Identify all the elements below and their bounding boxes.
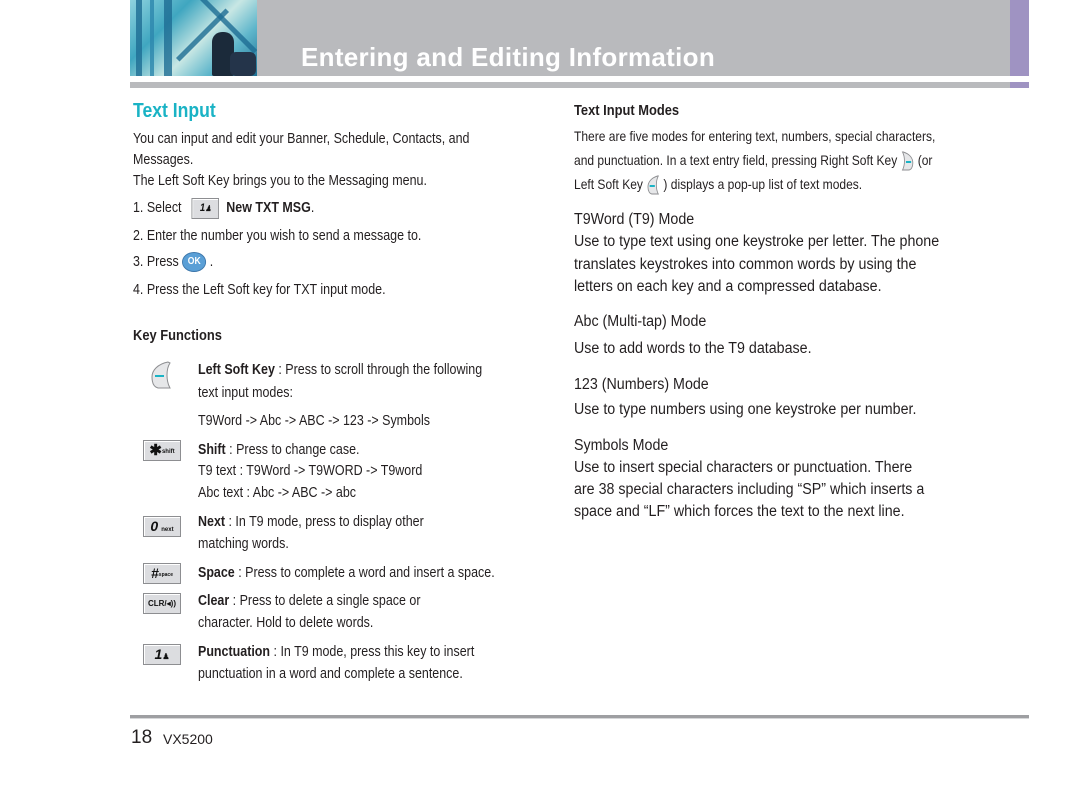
- key-function-clear: Clear : Press to delete a single space o…: [198, 593, 421, 609]
- clear-key-icon: CLR/◂)): [143, 593, 181, 614]
- footer-rule-shadow: [130, 718, 1029, 719]
- mode-title-t9: T9Word (T9) Mode: [574, 211, 695, 228]
- intro-text: Messages.: [133, 152, 194, 168]
- page-number: 18: [131, 727, 153, 748]
- one-key-icon: 1♟: [191, 197, 220, 219]
- header-photo: [130, 0, 257, 76]
- ok-key-icon: OK: [182, 252, 207, 273]
- step-1: 1. Select 1♟ New TXT MSG.: [133, 197, 314, 219]
- step-1-prefix: 1. Select: [133, 200, 182, 216]
- step-3: 3. Press OK .: [133, 251, 213, 273]
- key-function-text: text input modes:: [198, 385, 293, 401]
- mode-title-symbols: Symbols Mode: [574, 437, 669, 454]
- key-function-text: matching words.: [198, 536, 289, 552]
- key-function-left-soft-key: Left Soft Key : Press to scroll through …: [198, 362, 483, 378]
- key-function-space: Space : Press to complete a word and ins…: [198, 565, 495, 581]
- intro-text: You can input and edit your Banner, Sche…: [133, 131, 470, 147]
- section-title: Text Input: [133, 100, 216, 122]
- mode-desc: translates keystrokes into common words …: [574, 256, 917, 273]
- one-key-icon: 1♟: [143, 644, 181, 665]
- star-shift-key-icon: ✱shift: [143, 440, 181, 461]
- modes-intro: There are five modes for entering text, …: [574, 128, 936, 144]
- left-soft-key-icon: [151, 361, 171, 389]
- key-function-next: Next : In T9 mode, press to display othe…: [198, 514, 424, 530]
- key-function-text: Abc text : Abc -> ABC -> abc: [198, 485, 357, 501]
- zero-next-key-icon: 0 next: [143, 516, 181, 537]
- mode-title-123: 123 (Numbers) Mode: [574, 376, 709, 393]
- key-function-text: punctuation in a word and complete a sen…: [198, 666, 463, 682]
- model-name: VX5200: [163, 731, 213, 747]
- key-function-punctuation: Punctuation : In T9 mode, press this key…: [198, 644, 475, 660]
- mode-desc: Use to type text using one keystroke per…: [574, 233, 940, 250]
- header-underline: [130, 82, 1010, 88]
- mode-desc: Use to insert special characters or punc…: [574, 459, 913, 476]
- key-function-text: T9Word -> Abc -> ABC -> 123 -> Symbols: [198, 413, 430, 429]
- pound-space-key-icon: #space: [143, 563, 181, 584]
- right-soft-key-icon: [901, 151, 914, 171]
- step-1-menu-item: New TXT MSG: [226, 200, 311, 216]
- mode-desc: space and “LF” which forces the text to …: [574, 503, 905, 520]
- key-function-text: character. Hold to delete words.: [198, 615, 374, 631]
- header-accent-strip: [1010, 0, 1029, 76]
- mode-desc: Use to type numbers using one keystroke …: [574, 401, 917, 418]
- header-underline-accent: [1010, 82, 1029, 88]
- modes-intro: Left Soft Key ) displays a pop-up list o…: [574, 173, 862, 195]
- mode-desc: Use to add words to the T9 database.: [574, 340, 812, 357]
- mode-title-abc: Abc (Multi-tap) Mode: [574, 313, 707, 330]
- text-input-modes-title: Text Input Modes: [574, 102, 680, 119]
- mode-desc: are 38 special characters including “SP”…: [574, 481, 925, 498]
- key-functions-title: Key Functions: [133, 327, 222, 344]
- mode-desc: letters on each key and a compressed dat…: [574, 278, 882, 295]
- step-2: 2. Enter the number you wish to send a m…: [133, 228, 422, 244]
- modes-intro: and punctuation. In a text entry field, …: [574, 149, 932, 171]
- page-title: Entering and Editing Information: [301, 42, 716, 72]
- intro-text: The Left Soft Key brings you to the Mess…: [133, 173, 427, 189]
- left-soft-key-icon: [647, 175, 660, 195]
- key-function-text: T9 text : T9Word -> T9WORD -> T9word: [198, 463, 423, 479]
- step-4: 4. Press the Left Soft key for TXT input…: [133, 282, 386, 298]
- key-function-shift: Shift : Press to change case.: [198, 442, 360, 458]
